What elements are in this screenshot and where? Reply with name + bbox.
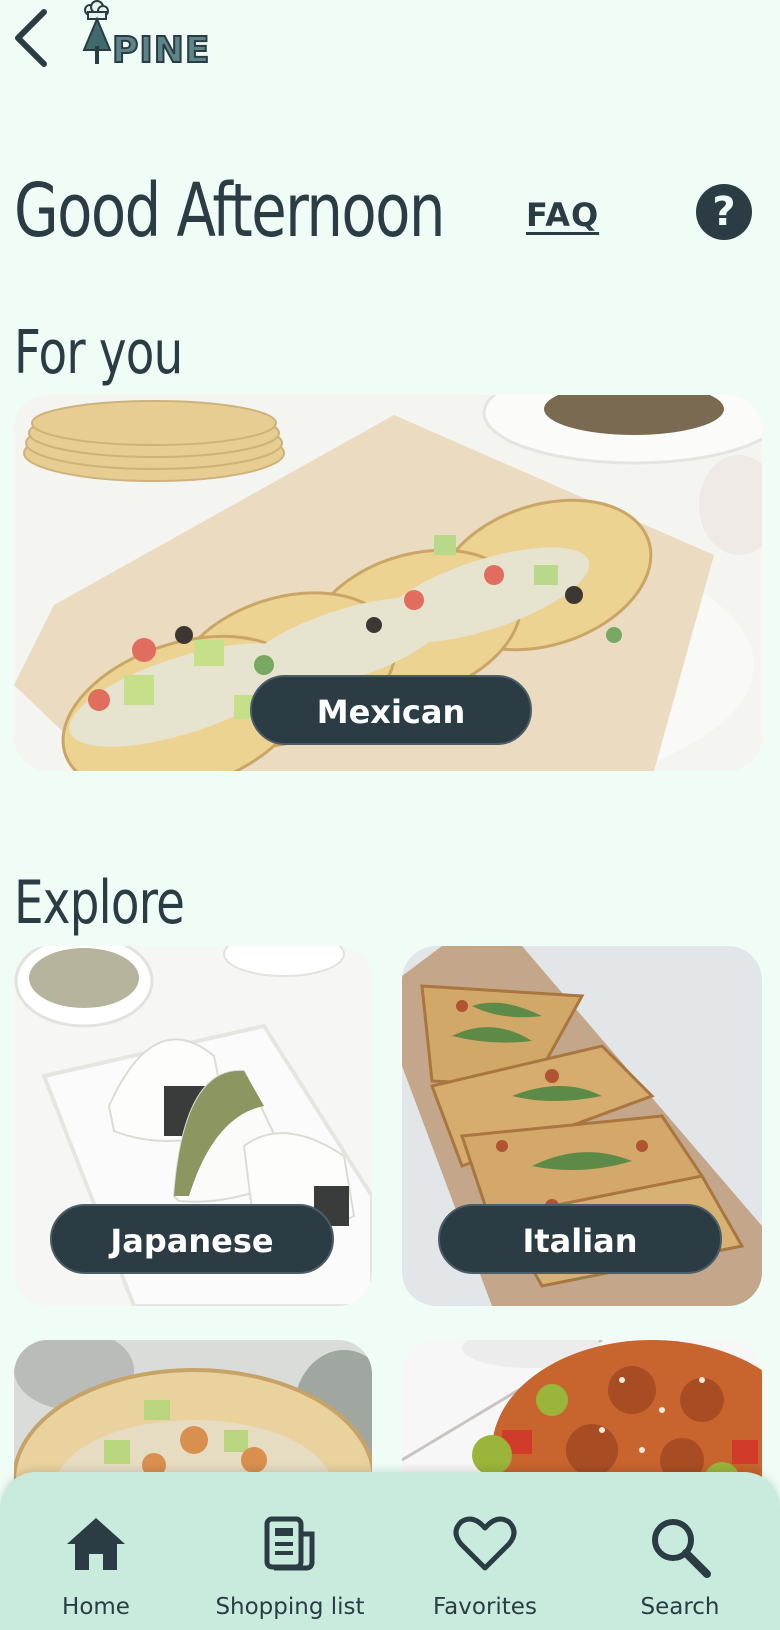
top-bar: PINE xyxy=(0,0,780,80)
heart-icon xyxy=(453,1516,517,1571)
card-label-mexican[interactable]: Mexican xyxy=(250,675,532,745)
faq-link[interactable]: FAQ xyxy=(526,196,599,234)
nav-home[interactable]: Home xyxy=(44,1472,148,1630)
bottom-nav: Home Shopping list Favorites Search xyxy=(0,1472,780,1630)
chevron-left-icon xyxy=(15,9,47,67)
back-button[interactable] xyxy=(10,4,54,68)
app-logo: PINE xyxy=(78,0,228,72)
nav-search[interactable]: Search xyxy=(630,1472,730,1630)
nav-label-shopping-list: Shopping list xyxy=(215,1594,365,1620)
card-label-italian[interactable]: Italian xyxy=(438,1204,722,1274)
for-you-title: For you xyxy=(14,318,183,388)
card-label-japanese[interactable]: Japanese xyxy=(50,1204,334,1274)
explore-card-japanese[interactable]: Japanese xyxy=(14,946,372,1306)
for-you-card-mexican[interactable]: Mexican xyxy=(14,395,762,771)
explore-title: Explore xyxy=(14,868,185,938)
nav-label-search: Search xyxy=(640,1594,720,1620)
search-icon xyxy=(652,1519,711,1578)
list-icon xyxy=(264,1516,315,1571)
nav-label-favorites: Favorites xyxy=(433,1594,537,1620)
help-button[interactable]: ? xyxy=(696,184,752,240)
greeting-title: Good Afternoon xyxy=(14,168,445,254)
nav-favorites[interactable]: Favorites xyxy=(430,1472,540,1630)
nav-label-home: Home xyxy=(62,1594,130,1620)
nav-shopping-list[interactable]: Shopping list xyxy=(208,1472,372,1630)
explore-card-italian[interactable]: Italian xyxy=(402,946,762,1306)
help-icon: ? xyxy=(712,189,736,235)
home-icon xyxy=(67,1518,125,1570)
svg-text:PINE: PINE xyxy=(112,30,211,70)
